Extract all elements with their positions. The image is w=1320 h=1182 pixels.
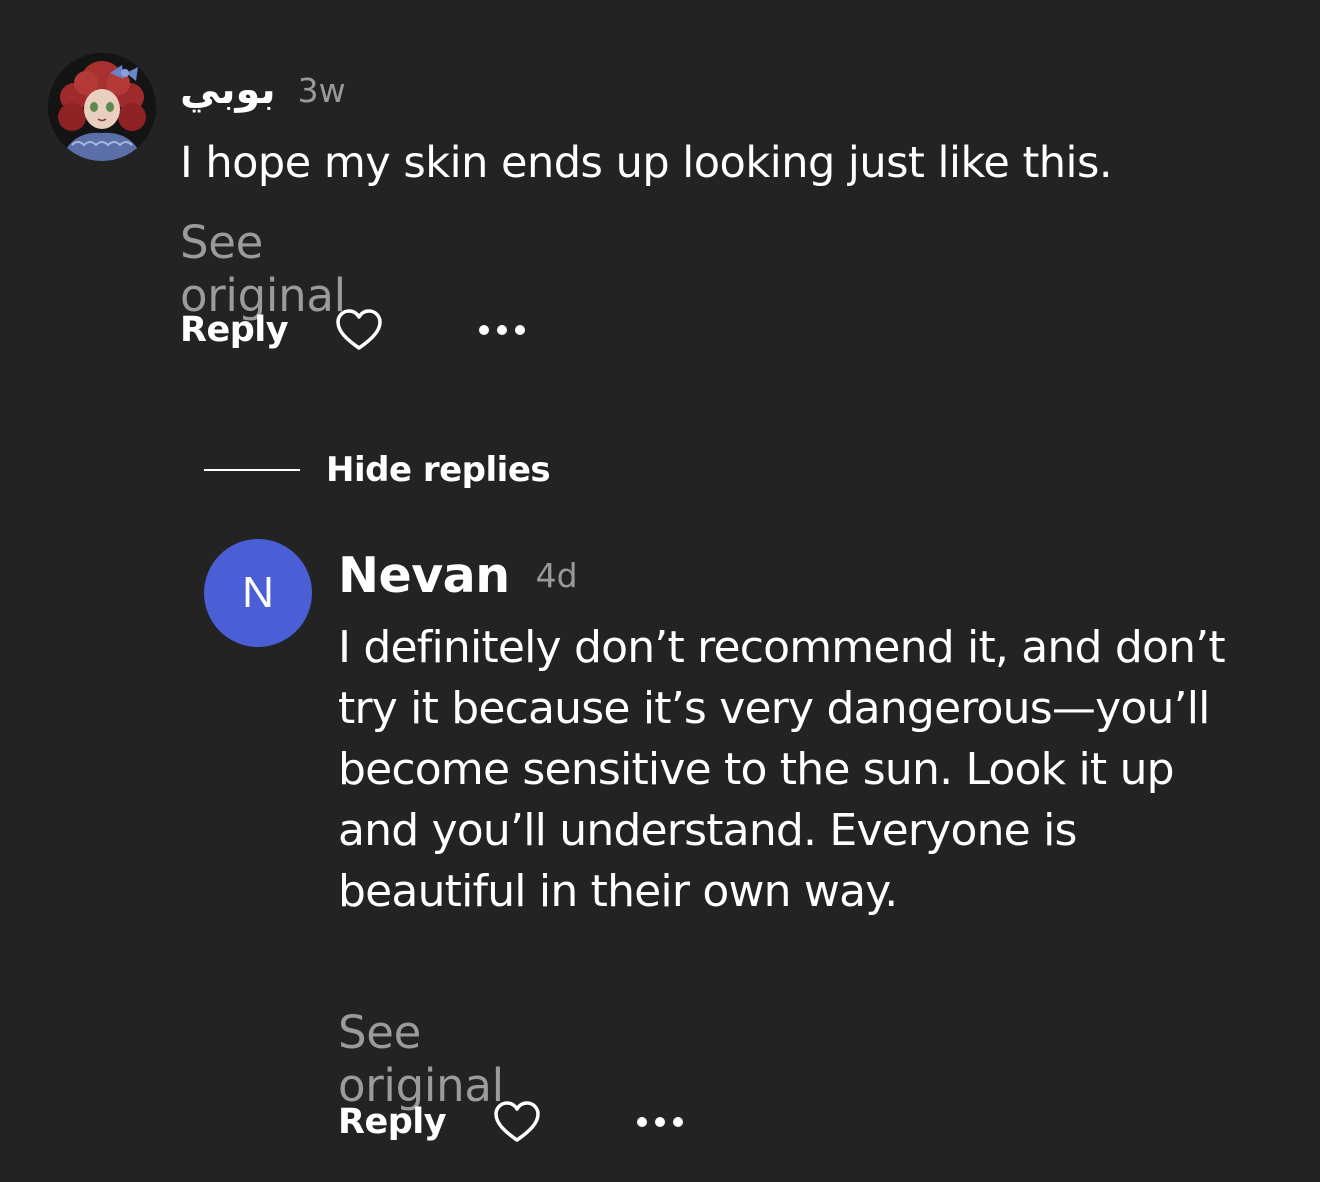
avatar[interactable]: N xyxy=(204,539,312,647)
comment-text: I definitely don’t recommend it, and don… xyxy=(338,622,1226,917)
comment-actions: Reply xyxy=(338,1094,684,1150)
reply-button[interactable]: Reply xyxy=(338,1102,447,1142)
comment-actions: Reply xyxy=(180,302,526,358)
avatar[interactable] xyxy=(48,53,156,161)
heart-outline-icon[interactable] xyxy=(334,308,384,352)
avatar-initial: N xyxy=(242,568,274,617)
more-options-icon[interactable] xyxy=(478,323,526,337)
avatar-illustration-icon xyxy=(48,53,156,161)
comment-timestamp: 4d xyxy=(535,555,578,595)
hide-replies-label: Hide replies xyxy=(326,450,551,490)
hide-replies-toggle[interactable]: Hide replies xyxy=(204,444,551,496)
reply-button[interactable]: Reply xyxy=(180,310,289,350)
comment-timestamp: 3w xyxy=(297,70,346,110)
heart-outline-icon[interactable] xyxy=(492,1100,542,1144)
comment-author[interactable]: Nevan xyxy=(338,547,510,604)
comment-header: بوبي 3w xyxy=(180,62,346,118)
comment-text: I hope my skin ends up looking just like… xyxy=(180,138,1113,188)
comment-author[interactable]: بوبي xyxy=(180,67,276,113)
more-options-icon[interactable] xyxy=(636,1115,684,1129)
divider-line xyxy=(204,469,300,471)
comment-header: Nevan 4d xyxy=(338,544,578,606)
